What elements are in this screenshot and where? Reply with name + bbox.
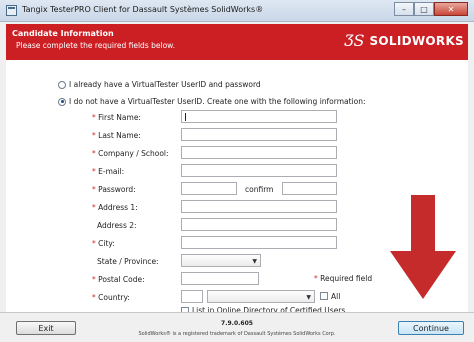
- address1-label-text: Address 1:: [98, 203, 138, 212]
- required-field-note: * Required field: [314, 274, 372, 283]
- radio-new-icon[interactable]: [58, 97, 66, 106]
- radio-existing-user[interactable]: I already have a VirtualTester UserID an…: [58, 80, 261, 89]
- arrow-down-icon: [390, 195, 456, 299]
- address2-label: Address 2:: [97, 221, 137, 230]
- solidworks-logo: ƷS SOLIDWORKS: [344, 31, 464, 50]
- confirm-password-input[interactable]: [282, 182, 337, 195]
- close-button[interactable]: ✕: [434, 2, 468, 16]
- address1-label: * Address 1:: [92, 203, 138, 212]
- password-label-text: Password:: [98, 185, 136, 194]
- radio-new-label: I do not have a VirtualTester UserID. Cr…: [69, 97, 366, 106]
- last-name-label-text: Last Name:: [98, 131, 141, 140]
- window-controls: – □ ✕: [394, 2, 468, 16]
- maximize-button[interactable]: □: [414, 2, 434, 16]
- email-label: * E-mail:: [92, 167, 124, 176]
- all-label: All: [331, 292, 341, 301]
- ds-logo-icon: ƷS: [344, 31, 365, 50]
- country-code-input[interactable]: [181, 290, 203, 303]
- application-window: Tangix TesterPRO Client for Dassault Sys…: [0, 0, 474, 342]
- state-label-text: State / Province:: [97, 257, 159, 266]
- header-banner: Candidate Information Please complete th…: [6, 24, 468, 60]
- chevron-down-icon: ▼: [306, 294, 311, 301]
- email-label-text: E-mail:: [98, 167, 125, 176]
- company-label-text: Company / School:: [98, 149, 169, 158]
- logo-text: SOLIDWORKS: [369, 33, 464, 48]
- all-countries-checkbox[interactable]: [320, 292, 328, 300]
- minimize-button[interactable]: –: [394, 2, 414, 16]
- radio-existing-icon[interactable]: [58, 80, 66, 89]
- confirm-label: confirm: [245, 185, 274, 194]
- first-name-label-text: First Name:: [98, 113, 141, 122]
- header-title: Candidate Information: [12, 29, 114, 38]
- app-icon: [6, 5, 17, 16]
- country-label: * Country:: [92, 293, 130, 302]
- address2-input[interactable]: [181, 218, 337, 231]
- header-subtitle: Please complete the required fields belo…: [16, 41, 175, 50]
- postal-code-input[interactable]: [181, 272, 259, 285]
- password-input[interactable]: [181, 182, 237, 195]
- city-label: * City:: [92, 239, 115, 248]
- title-bar: Tangix TesterPRO Client for Dassault Sys…: [0, 0, 474, 22]
- last-name-label: * Last Name:: [92, 131, 141, 140]
- company-input[interactable]: [181, 146, 337, 159]
- chevron-down-icon: ▼: [252, 258, 257, 265]
- continue-button[interactable]: Continue: [398, 321, 464, 335]
- city-label-text: City:: [98, 239, 115, 248]
- state-select[interactable]: ▼: [181, 254, 261, 267]
- postal-label-text: Postal Code:: [98, 275, 145, 284]
- password-label: * Password:: [92, 185, 136, 194]
- required-note-text: Required field: [320, 274, 373, 283]
- footer-bar: Exit 7.9.0.605 SolidWorks® is a register…: [0, 312, 474, 342]
- arrow-head: [390, 251, 456, 299]
- radio-existing-label: I already have a VirtualTester UserID an…: [69, 80, 261, 89]
- radio-new-user[interactable]: I do not have a VirtualTester UserID. Cr…: [58, 97, 366, 106]
- country-select[interactable]: ▼: [207, 290, 315, 303]
- arrow-shaft: [411, 195, 435, 255]
- company-label: * Company / School:: [92, 149, 169, 158]
- postal-label: * Postal Code:: [92, 275, 145, 284]
- first-name-label: * First Name:: [92, 113, 141, 122]
- last-name-input[interactable]: [181, 128, 337, 141]
- state-label: State / Province:: [97, 257, 159, 266]
- email-input[interactable]: [181, 164, 337, 177]
- text-cursor: [185, 113, 186, 121]
- window-title: Tangix TesterPRO Client for Dassault Sys…: [22, 5, 264, 14]
- first-name-input[interactable]: [181, 110, 337, 123]
- city-input[interactable]: [181, 236, 337, 249]
- address2-label-text: Address 2:: [97, 221, 137, 230]
- address1-input[interactable]: [181, 200, 337, 213]
- country-label-text: Country:: [98, 293, 130, 302]
